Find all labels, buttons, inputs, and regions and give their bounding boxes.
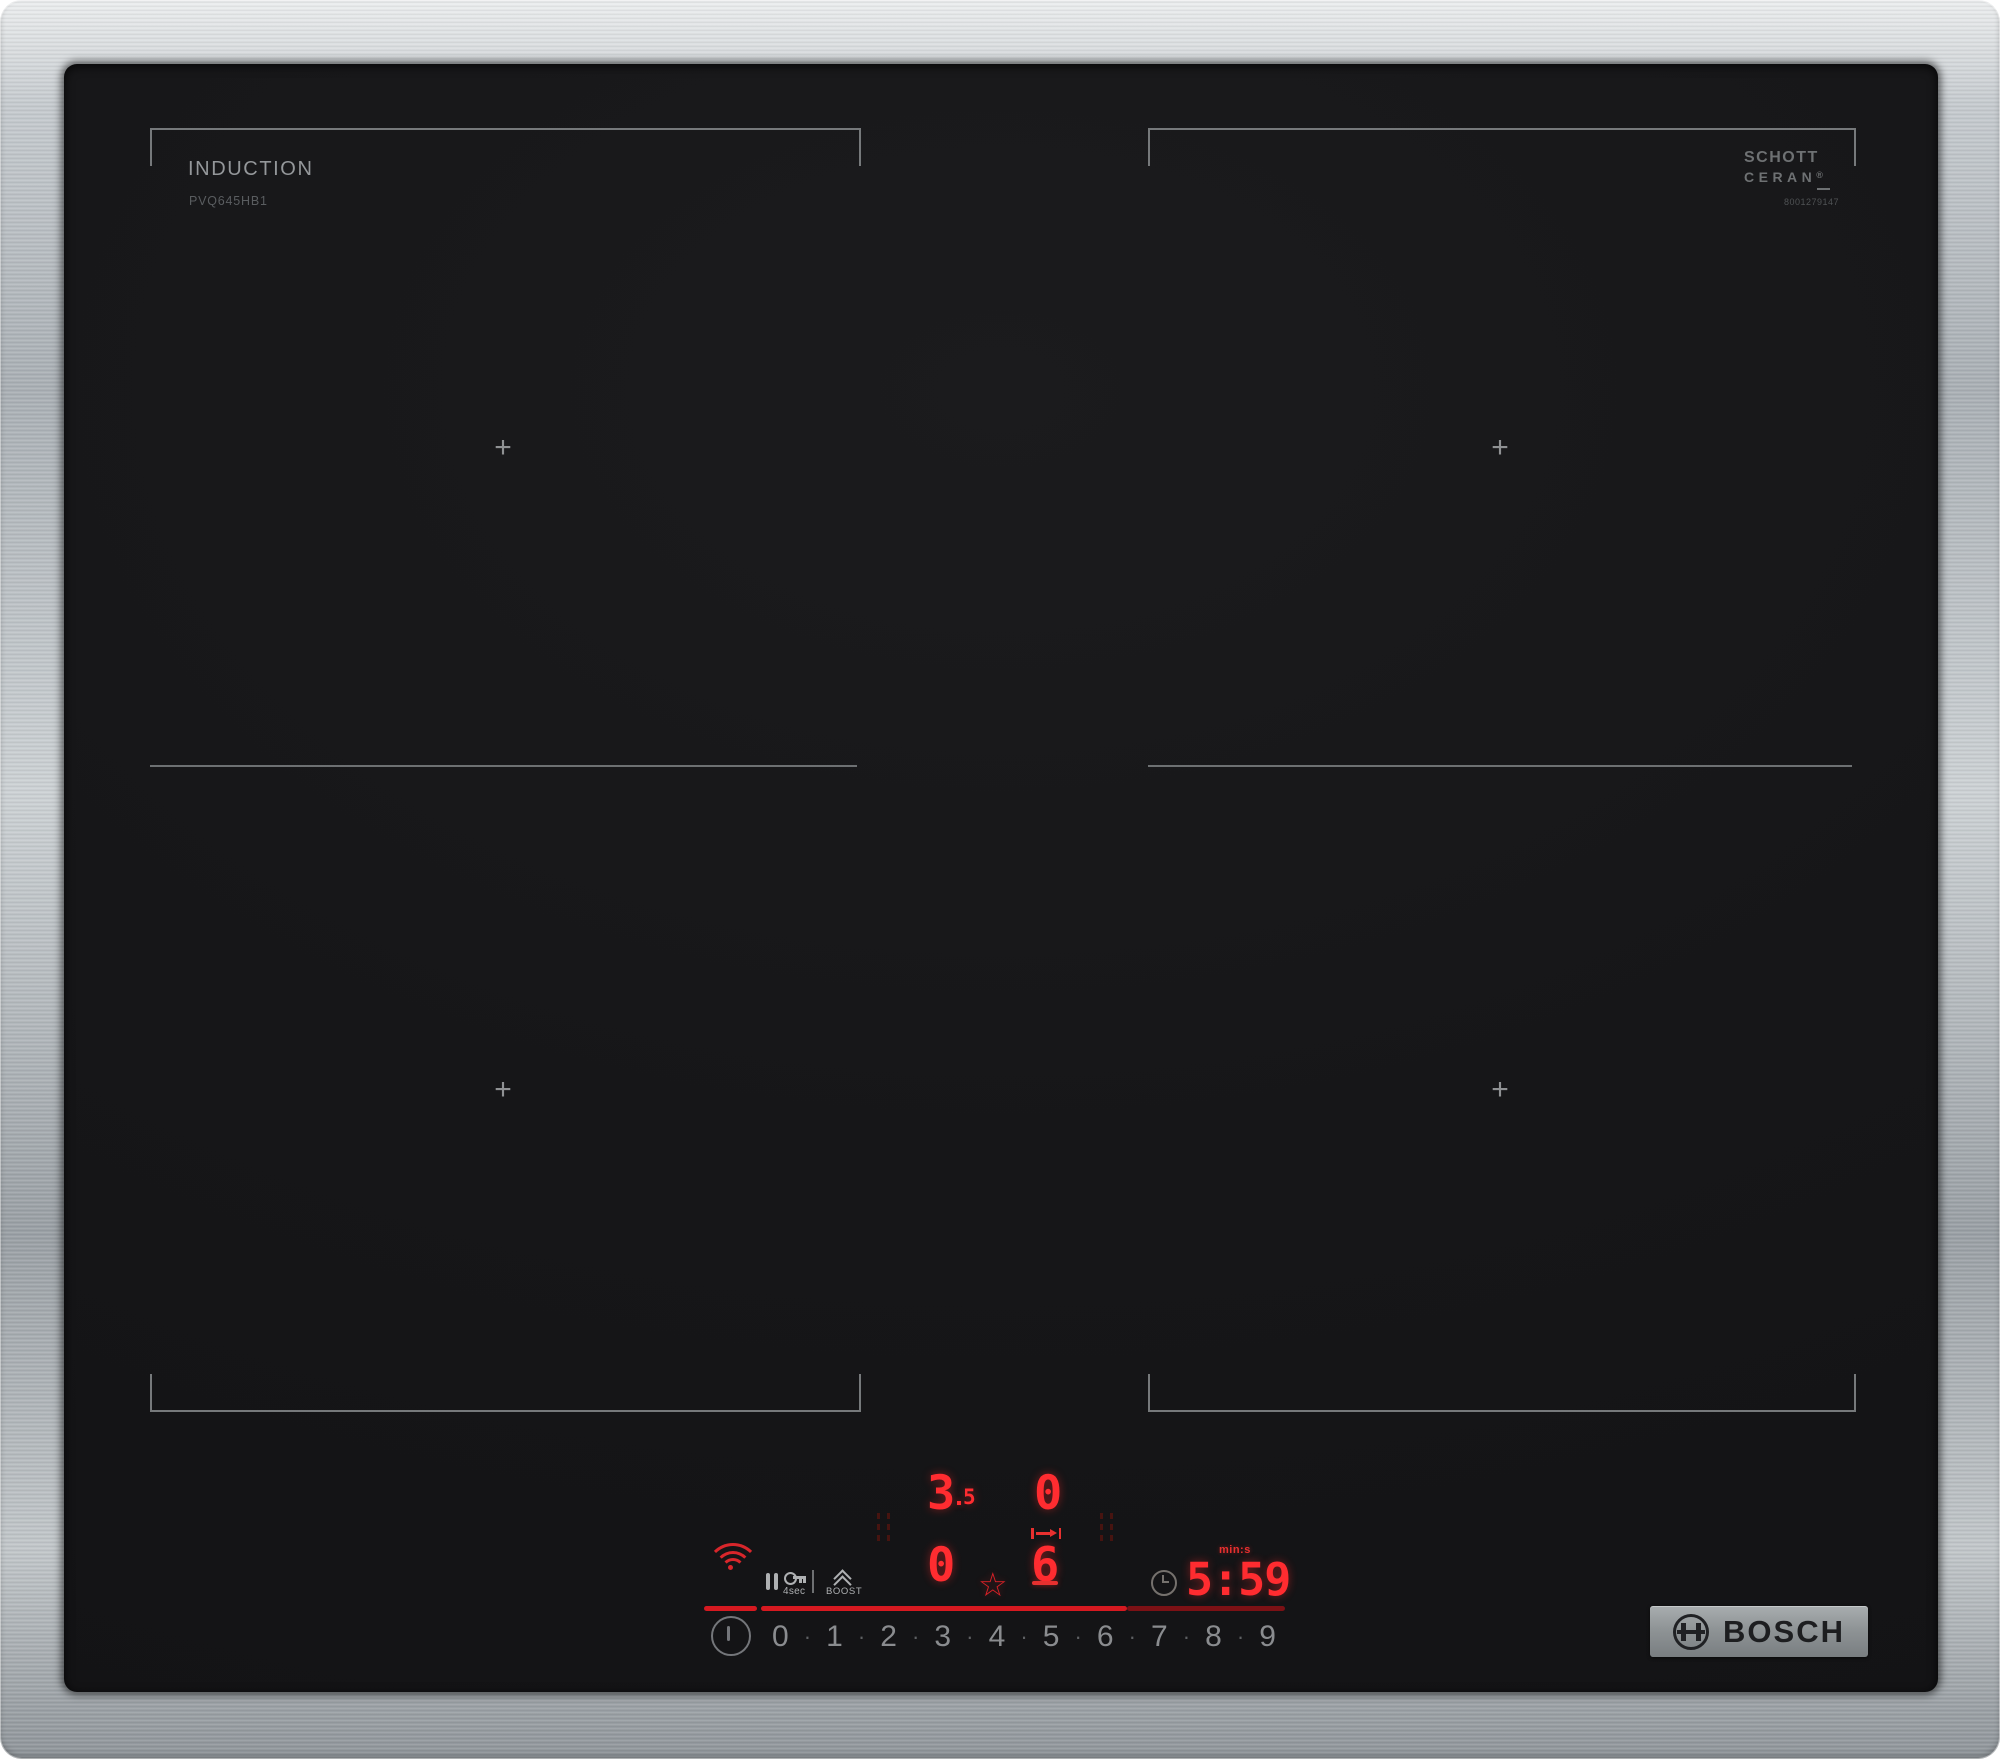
level-key-0[interactable]: 0 (772, 1621, 789, 1653)
slider-segment-power-key (704, 1606, 757, 1611)
timer-clock-icon[interactable] (1151, 1570, 1177, 1596)
level-key-1[interactable]: 1 (826, 1621, 843, 1653)
zone-cross-icon: + (494, 431, 512, 464)
pause-icon[interactable] (766, 1573, 778, 1590)
ghost-segment-indicator (1100, 1513, 1113, 1541)
boost-label: BOOST (826, 1586, 863, 1597)
ghost-segment-indicator (877, 1513, 890, 1541)
zone-divider-left (150, 765, 857, 767)
ceramic-glass-surface (64, 64, 1938, 1692)
timer-display: 5:59 (1186, 1553, 1291, 1606)
favorite-star-icon[interactable]: ☆ (978, 1568, 1008, 1601)
dot-separator: · (1020, 1624, 1028, 1649)
display-level-decimal-dot (957, 1501, 961, 1505)
level-key-2[interactable]: 2 (880, 1621, 897, 1653)
dot-separator: · (1128, 1624, 1136, 1649)
schott-logo-line2: CERAN® (1744, 169, 1823, 187)
dot-separator: · (912, 1624, 920, 1649)
induction-hob-product-image: + + + + INDUCTION PVQ645HB1 SCHOTT CERAN… (0, 0, 2000, 1759)
induction-label: INDUCTION (188, 158, 314, 180)
zone-cross-icon: + (1491, 431, 1509, 464)
dot-separator: · (803, 1624, 812, 1649)
level-key-5[interactable]: 5 (1043, 1621, 1060, 1653)
wifi-icon (706, 1542, 760, 1570)
schott-logo-underline (1817, 188, 1830, 190)
ceran-text: CERAN (1744, 169, 1817, 185)
dot-separator: · (857, 1624, 866, 1649)
zone-marking-right-front (1148, 1374, 1856, 1412)
display-level-right-rear: 0 (1034, 1466, 1063, 1521)
zone-marking-left-front (150, 1374, 861, 1412)
level-key-3[interactable]: 3 (934, 1621, 951, 1653)
registered-mark: ® (1816, 170, 1823, 180)
dot-separator: · (1074, 1624, 1082, 1649)
display-level-left-front: 0 (927, 1538, 956, 1593)
level-key-7[interactable]: 7 (1151, 1621, 1168, 1653)
child-lock-label: 4sec (783, 1586, 806, 1597)
power-button[interactable] (711, 1616, 751, 1656)
level-key-4[interactable]: 4 (989, 1621, 1006, 1653)
bosch-badge: BOSCH (1650, 1606, 1868, 1657)
slider-filled-track[interactable] (761, 1606, 1127, 1611)
panel-divider (812, 1570, 814, 1593)
level-key-6[interactable]: 6 (1097, 1621, 1114, 1653)
model-number: PVQ645HB1 (189, 194, 268, 208)
zone-cross-icon: + (494, 1073, 512, 1106)
selected-zone-underline (1032, 1581, 1058, 1585)
zone-cross-icon: + (1491, 1073, 1509, 1106)
dot-separator: · (966, 1624, 974, 1649)
dot-separator: · (1182, 1624, 1191, 1649)
display-level-left-rear: 3 (927, 1466, 956, 1521)
level-key-8[interactable]: 8 (1205, 1621, 1222, 1653)
bosch-logo-text: BOSCH (1723, 1613, 1845, 1649)
level-key-9[interactable]: 9 (1259, 1621, 1276, 1653)
schott-logo-line1: SCHOTT (1744, 149, 1819, 166)
zone-divider-right (1148, 765, 1852, 767)
display-level-left-rear-fraction: 5 (963, 1485, 976, 1509)
power-level-scale: 0 · 1 · 2 · 3 · 4 · 5 · 6 · 7 · 8 · 9 (772, 1621, 1276, 1653)
dot-separator: · (1236, 1624, 1245, 1649)
glass-serial-code: 8001279147 (1784, 197, 1840, 207)
slider-unfilled-track[interactable] (1127, 1606, 1285, 1611)
bosch-logo-icon (1673, 1613, 1710, 1650)
key-lock-icon[interactable] (784, 1571, 808, 1585)
